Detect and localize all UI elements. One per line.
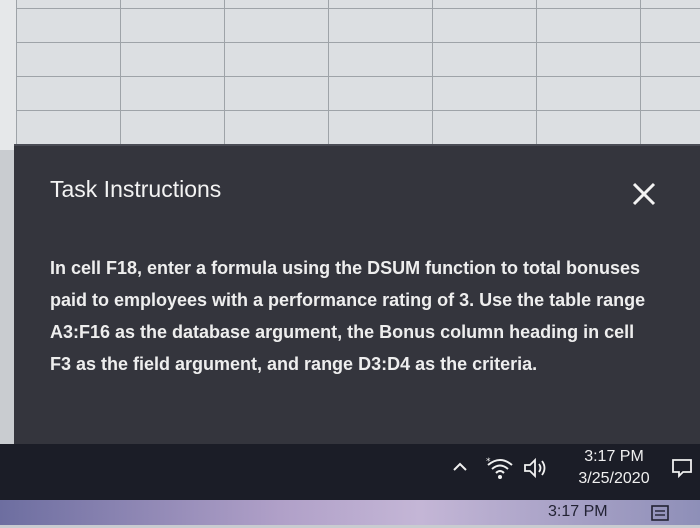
clock-date: 3/25/2020 xyxy=(578,470,650,487)
clock-time: 3:17 PM xyxy=(584,448,644,465)
task-instructions-dialog: Task Instructions In cell F18, enter a f… xyxy=(14,144,700,444)
windows-taskbar: * 3:17 PM 3/25/2020 xyxy=(0,444,700,500)
system-clock[interactable]: 3:17 PM 3/25/2020 xyxy=(562,446,666,490)
lower-taskbar-reflection: 3:17 PM xyxy=(0,500,700,525)
svg-text:*: * xyxy=(486,457,491,467)
lower-clock-time: 3:17 PM xyxy=(548,503,608,520)
instruction-text: In cell F18, enter a formula using the D… xyxy=(50,258,646,374)
close-icon[interactable] xyxy=(626,176,662,212)
row-header-column xyxy=(0,0,17,150)
volume-icon[interactable] xyxy=(522,456,550,480)
wifi-icon[interactable]: * xyxy=(486,456,514,480)
dialog-title: Task Instructions xyxy=(50,176,222,202)
chevron-up-icon[interactable] xyxy=(451,458,469,476)
notification-icon[interactable] xyxy=(670,456,694,480)
spreadsheet-grid xyxy=(0,0,700,150)
notification-icon xyxy=(650,503,670,523)
